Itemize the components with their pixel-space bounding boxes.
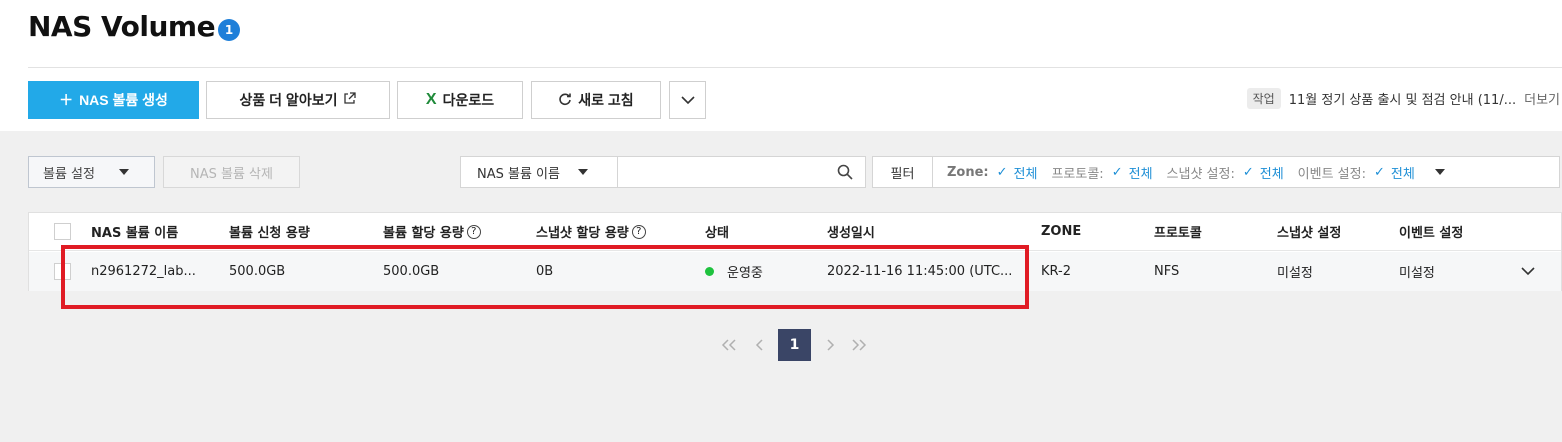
cell-protocol: NFS — [1154, 264, 1180, 279]
filter-value: 전체 — [1390, 166, 1415, 182]
help-icon[interactable]: ? — [631, 224, 646, 239]
refresh-label: 새로 고침 — [578, 92, 634, 108]
filter-snapshot[interactable]: 스냅샷 설정: ✓ 전체 — [1167, 163, 1284, 182]
first-page-icon[interactable] — [718, 329, 740, 361]
learn-more-button[interactable]: 상품 더 알아보기 — [206, 81, 390, 119]
delete-volume-label: NAS 볼륨 삭제 — [190, 166, 273, 182]
external-link-icon — [343, 92, 357, 108]
header-snapshot-label: 스냅샷 할당 용량 — [536, 226, 629, 241]
refresh-button[interactable]: 새로 고침 — [531, 81, 661, 119]
prev-page-icon[interactable] — [749, 329, 769, 361]
filter-key: 이벤트 설정: — [1297, 166, 1366, 182]
header-divider — [28, 67, 1562, 68]
check-icon: ✓ — [1242, 164, 1254, 180]
row-expand-icon[interactable] — [1521, 252, 1535, 291]
more-options-button[interactable] — [669, 81, 706, 119]
delete-volume-button[interactable]: NAS 볼륨 삭제 — [163, 156, 300, 188]
filter-key: Zone: — [947, 164, 989, 180]
select-all-checkbox[interactable] — [54, 223, 71, 240]
filter-key: 스냅샷 설정: — [1166, 166, 1235, 182]
notice-bar: 작업 11월 정기 상품 출시 및 점검 안내 (11/... 더보기 — [1246, 88, 1560, 109]
check-icon: ✓ — [1373, 164, 1385, 180]
refresh-icon — [558, 92, 572, 109]
filter-zone[interactable]: Zone: ✓ 전체 — [947, 163, 1037, 182]
search-field-label: NAS 볼륨 이름 — [477, 166, 560, 182]
filter-key: 프로토콜: — [1051, 166, 1104, 182]
last-page-icon[interactable] — [848, 329, 870, 361]
search-icon[interactable] — [825, 157, 865, 187]
create-button-label: NAS 볼륨 생성 — [79, 92, 168, 108]
filter-value: 전체 — [1128, 166, 1153, 182]
notice-text[interactable]: 11월 정기 상품 출시 및 점검 안내 (11/... — [1289, 89, 1516, 108]
filter-event[interactable]: 이벤트 설정: ✓ 전체 — [1298, 163, 1415, 182]
notice-more-link[interactable]: 더보기 — [1524, 89, 1560, 108]
page-number-current[interactable]: 1 — [778, 329, 811, 361]
chevron-down-icon — [680, 92, 695, 108]
next-page-icon[interactable] — [820, 329, 840, 361]
check-icon: ✓ — [996, 164, 1008, 180]
cell-event-setting: 미설정 — [1399, 266, 1435, 281]
header-protocol[interactable]: 프로토콜 — [1154, 213, 1202, 250]
header-zone[interactable]: ZONE — [1041, 213, 1081, 250]
filter-protocol[interactable]: 프로토콜: ✓ 전체 — [1051, 163, 1152, 182]
volume-settings-label: 볼륨 설정 — [43, 166, 95, 182]
header-allocated-label: 볼륨 할당 용량 — [383, 226, 464, 241]
page-title: NAS Volume — [28, 10, 216, 43]
highlight-box — [61, 245, 1029, 309]
download-label: 다운로드 — [442, 92, 495, 108]
notice-tag: 작업 — [1246, 88, 1281, 109]
header-event-setting[interactable]: 이벤트 설정 — [1399, 213, 1463, 250]
plus-icon: ＋ — [59, 92, 74, 108]
filter-bar: 필터 Zone: ✓ 전체 프로토콜: ✓ 전체 스냅샷 설정: ✓ 전체 이벤… — [872, 156, 1560, 188]
filter-value: 전체 — [1259, 166, 1284, 182]
count-badge: 1 — [218, 19, 240, 41]
caret-down-icon — [577, 169, 588, 175]
help-icon[interactable]: ? — [466, 224, 481, 239]
filter-value: 전체 — [1013, 166, 1038, 182]
search-input[interactable] — [618, 157, 825, 187]
cell-snapshot-setting: 미설정 — [1277, 266, 1313, 281]
filter-expand-icon[interactable] — [1434, 169, 1445, 175]
search-box: NAS 볼륨 이름 — [460, 156, 866, 188]
search-field-select[interactable]: NAS 볼륨 이름 — [461, 157, 618, 187]
excel-icon: X — [425, 91, 437, 108]
header-snapshot-setting[interactable]: 스냅샷 설정 — [1277, 213, 1341, 250]
caret-down-icon — [118, 169, 129, 175]
create-nas-volume-button[interactable]: ＋ NAS 볼륨 생성 — [28, 81, 199, 119]
check-icon: ✓ — [1111, 164, 1123, 180]
volume-settings-dropdown[interactable]: 볼륨 설정 — [28, 156, 155, 188]
download-button[interactable]: X 다운로드 — [397, 81, 523, 119]
filter-button[interactable]: 필터 — [873, 157, 933, 187]
learn-more-label: 상품 더 알아보기 — [239, 92, 338, 108]
cell-zone: KR-2 — [1041, 264, 1071, 279]
